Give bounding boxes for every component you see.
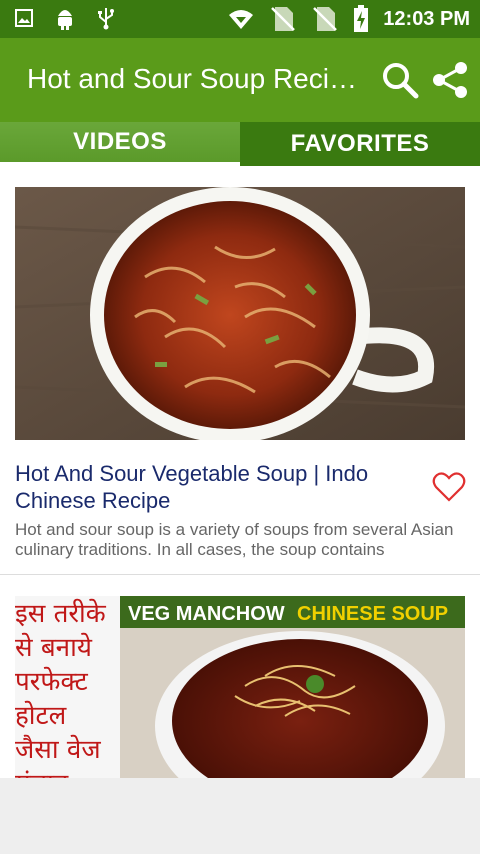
- status-bar: 12:03 PM: [0, 0, 480, 38]
- battery-charging-icon: [354, 5, 369, 32]
- video-thumbnail[interactable]: VEG MANCHOW CHINESE SOUP इस तरीके से बना…: [15, 596, 465, 778]
- video-title: Hot And Sour Vegetable Soup | Indo Chine…: [15, 461, 369, 513]
- hindi-line: से बनाये: [15, 632, 93, 663]
- video-list: Hot And Sour Vegetable Soup | Indo Chine…: [0, 166, 480, 778]
- page-title: Hot and Sour Soup Recipes: [27, 63, 367, 94]
- clock: 12:03 PM: [383, 7, 470, 30]
- tab-bar: VIDEOS FAVORITES: [0, 122, 480, 166]
- hindi-line: होटल: [15, 700, 67, 731]
- no-sim-icon: [313, 7, 338, 31]
- wifi-icon: [229, 10, 254, 29]
- hindi-line: जैसा वेज: [15, 734, 101, 765]
- usb-icon: [98, 8, 114, 30]
- hindi-line: मंचाव: [15, 769, 69, 778]
- hindi-line: इस तरीके: [15, 598, 107, 629]
- android-icon: [58, 10, 72, 30]
- image-icon: [15, 9, 33, 27]
- list-item[interactable]: VEG MANCHOW CHINESE SOUP इस तरीके से बना…: [0, 575, 480, 778]
- video-description: Hot and sour soup is a variety of soups …: [15, 520, 454, 559]
- heart-icon[interactable]: [432, 470, 466, 504]
- tab-videos[interactable]: VIDEOS: [0, 122, 240, 166]
- search-icon[interactable]: [380, 60, 420, 100]
- hindi-line: परफेक्ट: [15, 666, 89, 697]
- list-item[interactable]: Hot And Sour Vegetable Soup | Indo Chine…: [0, 166, 480, 575]
- banner-left-text: VEG MANCHOW: [128, 603, 285, 625]
- tab-favorites[interactable]: FAVORITES: [240, 122, 480, 166]
- video-thumbnail[interactable]: [15, 187, 465, 440]
- app-bar: Hot and Sour Soup Recipes: [0, 38, 480, 122]
- bottom-area: [0, 778, 480, 854]
- no-sim-icon: [271, 7, 296, 31]
- share-icon[interactable]: [430, 60, 470, 100]
- banner-right-text: CHINESE SOUP: [297, 603, 448, 625]
